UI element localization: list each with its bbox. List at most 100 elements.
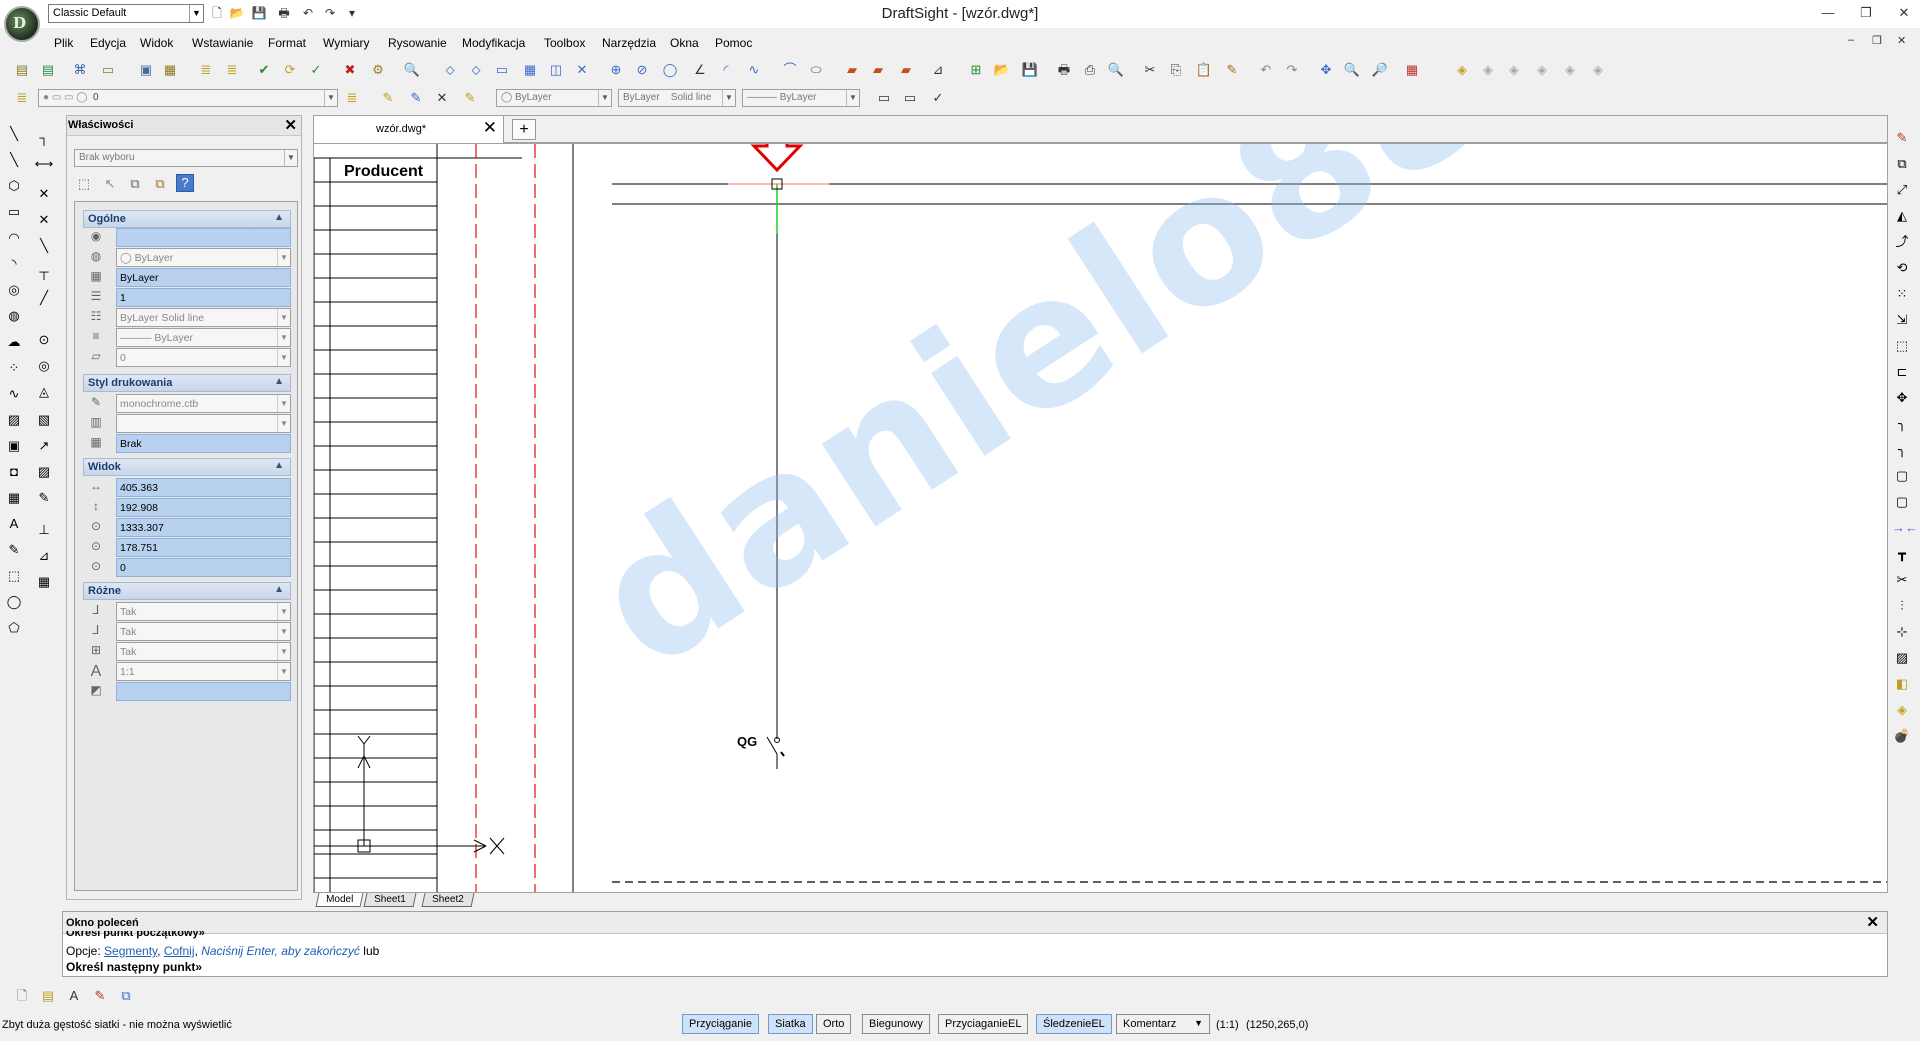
- center-mark-icon[interactable]: ⊙: [34, 330, 54, 350]
- color-combo[interactable]: ◯ ByLayer ▼: [496, 89, 612, 107]
- pencil-icon[interactable]: ✎: [378, 88, 398, 108]
- section-general[interactable]: Ogólne ▲: [83, 210, 291, 228]
- prop-linestyle[interactable]: ☷ ByLayer Solid line ▼: [83, 308, 291, 327]
- close-button[interactable]: ✕: [1884, 2, 1920, 24]
- edit-icon[interactable]: ✎: [460, 88, 480, 108]
- new-doc-icon[interactable]: 🗋: [12, 986, 32, 1006]
- stretch-icon[interactable]: ⬚: [1892, 336, 1912, 356]
- restore-button[interactable]: ❐: [1846, 2, 1886, 24]
- view6-icon[interactable]: ◈: [1588, 60, 1608, 80]
- dimension-linear-icon[interactable]: ⟷: [34, 154, 54, 174]
- copy-tool-icon[interactable]: ⧉: [1892, 154, 1912, 174]
- ortho-toggle[interactable]: Orto: [816, 1014, 852, 1034]
- snap2-icon[interactable]: ⬦: [466, 60, 486, 80]
- zoom-window-icon[interactable]: 🔎: [1370, 60, 1390, 80]
- prop-thickness[interactable]: ▱ 0 ▼: [83, 348, 291, 367]
- find-icon[interactable]: 🔍: [402, 60, 422, 80]
- text-edit-icon[interactable]: A: [64, 986, 84, 1006]
- menu-view[interactable]: Widok: [140, 36, 173, 50]
- view-cube-icon[interactable]: ◈: [1452, 60, 1472, 80]
- radius-icon[interactable]: ◎: [34, 356, 54, 376]
- mtext-icon[interactable]: A: [4, 514, 24, 534]
- delete-icon[interactable]: ✖: [340, 60, 360, 80]
- layer-fill-icon[interactable]: ◧: [1892, 674, 1912, 694]
- explode-icon[interactable]: ✥: [1892, 388, 1912, 408]
- break-icon[interactable]: ╲: [34, 236, 54, 256]
- prop-color[interactable]: ◉: [83, 228, 291, 247]
- prop-view-center-z[interactable]: ⊙ 0: [83, 558, 291, 577]
- arc2-icon[interactable]: ◝: [4, 254, 24, 274]
- lineweight-combo[interactable]: ——— ByLayer ▼: [742, 89, 860, 107]
- ray-icon[interactable]: ╲: [4, 150, 24, 170]
- block-icon[interactable]: ▭: [98, 60, 118, 80]
- palette-icon[interactable]: ▦: [1402, 60, 1422, 80]
- select-icon[interactable]: ⬚: [4, 566, 24, 586]
- open-file-icon[interactable]: 📂: [229, 5, 245, 21]
- align-icon[interactable]: →←: [1892, 518, 1918, 538]
- split-icon[interactable]: ◫: [546, 60, 566, 80]
- erase-icon[interactable]: ✎: [34, 488, 54, 508]
- rectangle-icon[interactable]: ▭: [4, 202, 24, 222]
- layer-manager-icon[interactable]: ≣: [12, 88, 32, 108]
- layer-tool-icon[interactable]: ◈: [1892, 700, 1912, 720]
- mirror-icon[interactable]: ◭: [1892, 206, 1912, 226]
- circle-outline-icon[interactable]: ◯: [4, 592, 24, 612]
- eraser-icon[interactable]: ✎: [1892, 128, 1912, 148]
- window-icon[interactable]: ▣: [136, 60, 156, 80]
- angular-icon[interactable]: ◬: [34, 382, 54, 402]
- region-icon[interactable]: ◘: [4, 462, 24, 482]
- section-misc[interactable]: Różne ▲: [83, 582, 291, 600]
- hatch-icon[interactable]: ▨: [4, 410, 24, 430]
- hatch-fill-icon[interactable]: ▨: [1892, 648, 1912, 668]
- round-rect2-icon[interactable]: ▢: [1892, 492, 1912, 512]
- menu-format[interactable]: Format: [268, 36, 306, 50]
- view3-icon[interactable]: ◈: [1504, 60, 1524, 80]
- rotate-icon[interactable]: ⟲: [1892, 258, 1912, 278]
- refresh-icon[interactable]: ⟳: [280, 60, 300, 80]
- prop-lineweight[interactable]: ≡ ——— ByLayer ▼: [83, 328, 291, 347]
- split-line-icon[interactable]: ⫶: [1892, 596, 1912, 616]
- stack2-icon[interactable]: ≣: [222, 60, 242, 80]
- prop-view-height[interactable]: ↕ 192.908: [83, 498, 291, 517]
- view2-icon[interactable]: ◈: [1478, 60, 1498, 80]
- option-segments-link[interactable]: Segmenty: [104, 944, 157, 958]
- arc-tool-icon[interactable]: ◠: [4, 228, 24, 248]
- document-tab[interactable]: wzór.dwg* ✕: [314, 116, 504, 143]
- layer-new-icon[interactable]: ▤: [38, 60, 58, 80]
- tools-icon[interactable]: ✂: [1892, 570, 1912, 590]
- prop-annotation-scale[interactable]: A 1:1 ▼: [83, 662, 291, 681]
- mdi-restore-button[interactable]: ❐: [1872, 34, 1882, 47]
- circle-icon[interactable]: ◯: [660, 60, 680, 80]
- drawing-canvas[interactable]: Producent QG danielo88.cba.pl: [313, 143, 1888, 893]
- dim-style-icon[interactable]: ▭: [900, 88, 920, 108]
- menu-tools[interactable]: Narzędzia: [602, 36, 656, 50]
- customize-icon[interactable]: ▾: [344, 5, 360, 21]
- join-icon[interactable]: ┬: [34, 262, 54, 282]
- polygon-icon[interactable]: ⬡: [4, 176, 24, 196]
- doc-list-icon[interactable]: ▤: [38, 986, 58, 1006]
- linestyle-combo[interactable]: ByLayer Solid line ▼: [618, 89, 736, 107]
- menu-windows[interactable]: Okna: [670, 36, 699, 50]
- check-icon[interactable]: ✔: [254, 60, 274, 80]
- hatch-edit-icon[interactable]: ▨: [34, 462, 54, 482]
- circle-tool-icon[interactable]: ◎: [4, 280, 24, 300]
- measure-icon[interactable]: ⊿: [928, 60, 948, 80]
- ordinate-icon[interactable]: ⊿: [34, 546, 54, 566]
- extend-icon[interactable]: ✕: [34, 210, 54, 230]
- quick-select-icon[interactable]: ⬚: [74, 174, 94, 194]
- pan-icon[interactable]: ✥: [1316, 60, 1336, 80]
- paste-icon[interactable]: 📋: [1194, 60, 1214, 80]
- pencil2-icon[interactable]: ✎: [406, 88, 426, 108]
- edit-block-icon[interactable]: ▰: [842, 60, 862, 80]
- fillet2-icon[interactable]: ╮: [1892, 440, 1912, 460]
- add-tab-button[interactable]: +: [512, 119, 536, 140]
- prop-ucs-origin[interactable]: ⅃ Tak ▼: [83, 622, 291, 641]
- prop-ucs-on[interactable]: ⅃ Tak ▼: [83, 602, 291, 621]
- t-icon[interactable]: ┳: [1892, 544, 1912, 564]
- cross-icon[interactable]: ✕: [572, 60, 592, 80]
- shape-icon[interactable]: ⬠: [4, 618, 24, 638]
- layer-previous-icon[interactable]: ≣: [342, 88, 362, 108]
- menu-dimensions[interactable]: Wymiary: [323, 36, 370, 50]
- angle-icon[interactable]: ∠: [690, 60, 710, 80]
- array-icon[interactable]: ⁙: [1892, 284, 1912, 304]
